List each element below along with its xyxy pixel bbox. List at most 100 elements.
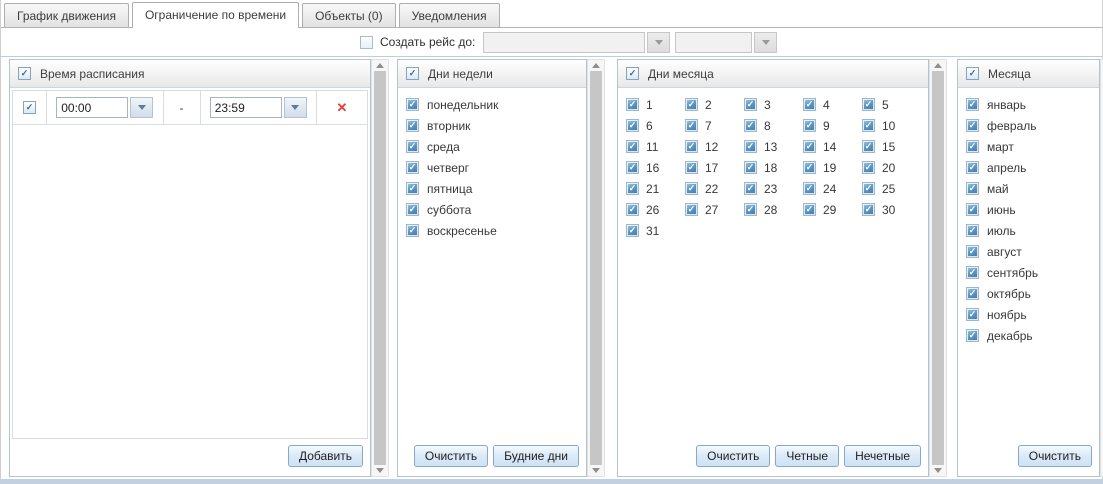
monthdays-checkbox[interactable]: ✓ bbox=[626, 67, 639, 80]
list-item[interactable]: ✓ 26 bbox=[626, 199, 685, 220]
end-time-value[interactable]: 23:59 bbox=[209, 97, 282, 118]
checkbox-checked-icon[interactable]: ✓ bbox=[966, 224, 979, 237]
checkbox-checked-icon[interactable]: ✓ bbox=[966, 98, 979, 111]
checkbox-checked-icon[interactable]: ✓ bbox=[406, 140, 419, 153]
list-item[interactable]: ✓ 27 bbox=[685, 199, 744, 220]
scrollbar-thumb[interactable] bbox=[590, 71, 602, 465]
scroll-down-icon[interactable] bbox=[376, 468, 384, 473]
add-button[interactable]: Добавить bbox=[287, 445, 363, 467]
list-item[interactable]: ✓ 1 bbox=[626, 94, 685, 115]
list-item[interactable]: ✓ среда bbox=[406, 136, 586, 157]
list-item[interactable]: ✓ 13 bbox=[744, 136, 803, 157]
weekdays-checkbox[interactable]: ✓ bbox=[406, 67, 419, 80]
checkbox-checked-icon[interactable]: ✓ bbox=[685, 203, 698, 216]
clear-button[interactable]: Очистить bbox=[696, 445, 771, 467]
list-item[interactable]: ✓ 14 bbox=[803, 136, 862, 157]
checkbox-checked-icon[interactable]: ✓ bbox=[406, 98, 419, 111]
list-item[interactable]: ✓ 23 bbox=[744, 178, 803, 199]
checkbox-checked-icon[interactable]: ✓ bbox=[862, 119, 875, 132]
checkbox-checked-icon[interactable]: ✓ bbox=[862, 98, 875, 111]
list-item[interactable]: ✓ март bbox=[966, 136, 1099, 157]
list-item[interactable]: ✓ 5 bbox=[862, 94, 921, 115]
list-item[interactable]: ✓ суббота bbox=[406, 199, 586, 220]
even-button[interactable]: Четные bbox=[775, 445, 840, 467]
checkbox-checked-icon[interactable]: ✓ bbox=[744, 140, 757, 153]
schedule-scrollbar[interactable] bbox=[371, 59, 389, 477]
checkbox-checked-icon[interactable]: ✓ bbox=[626, 203, 639, 216]
list-item[interactable]: ✓ 6 bbox=[626, 115, 685, 136]
list-item[interactable]: ✓ июнь bbox=[966, 199, 1099, 220]
list-item[interactable]: ✓ июль bbox=[966, 220, 1099, 241]
list-item[interactable]: ✓ воскресенье bbox=[406, 220, 586, 241]
checkbox-checked-icon[interactable]: ✓ bbox=[406, 182, 419, 195]
checkbox-checked-icon[interactable]: ✓ bbox=[966, 266, 979, 279]
clear-button[interactable]: Очистить bbox=[1017, 445, 1092, 467]
checkbox-checked-icon[interactable]: ✓ bbox=[685, 119, 698, 132]
list-item[interactable]: ✓ четверг bbox=[406, 157, 586, 178]
scroll-down-icon[interactable] bbox=[592, 468, 600, 473]
checkbox-checked-icon[interactable]: ✓ bbox=[862, 140, 875, 153]
list-item[interactable]: ✓ 16 bbox=[626, 157, 685, 178]
list-item[interactable]: ✓ октябрь bbox=[966, 283, 1099, 304]
list-item[interactable]: ✓ декабрь bbox=[966, 325, 1099, 346]
schedule-row-checkbox[interactable]: ✓ bbox=[23, 101, 36, 114]
checkbox-checked-icon[interactable]: ✓ bbox=[862, 182, 875, 195]
odd-button[interactable]: Нечетные bbox=[844, 445, 921, 467]
create-trip-checkbox[interactable] bbox=[360, 35, 373, 49]
scroll-up-icon[interactable] bbox=[592, 63, 600, 68]
checkbox-checked-icon[interactable]: ✓ bbox=[803, 98, 816, 111]
checkbox-checked-icon[interactable]: ✓ bbox=[862, 161, 875, 174]
checkbox-checked-icon[interactable]: ✓ bbox=[406, 224, 419, 237]
list-item[interactable]: ✓ 24 bbox=[803, 178, 862, 199]
checkbox-checked-icon[interactable]: ✓ bbox=[626, 224, 639, 237]
list-item[interactable]: ✓ 17 bbox=[685, 157, 744, 178]
list-item[interactable]: ✓ 10 bbox=[862, 115, 921, 136]
list-item[interactable]: ✓ 25 bbox=[862, 178, 921, 199]
list-item[interactable]: ✓ 15 bbox=[862, 136, 921, 157]
list-item[interactable]: ✓ 22 bbox=[685, 178, 744, 199]
checkbox-checked-icon[interactable]: ✓ bbox=[966, 245, 979, 258]
list-item[interactable]: ✓ 18 bbox=[744, 157, 803, 178]
months-checkbox[interactable]: ✓ bbox=[966, 67, 979, 80]
list-item[interactable]: ✓ 12 bbox=[685, 136, 744, 157]
list-item[interactable]: ✓ вторник bbox=[406, 115, 586, 136]
checkbox-checked-icon[interactable]: ✓ bbox=[626, 140, 639, 153]
list-item[interactable]: ✓ май bbox=[966, 178, 1099, 199]
scrollbar-thumb[interactable] bbox=[932, 71, 944, 465]
checkbox-checked-icon[interactable]: ✓ bbox=[744, 203, 757, 216]
checkbox-checked-icon[interactable]: ✓ bbox=[744, 119, 757, 132]
schedule-time-checkbox[interactable]: ✓ bbox=[18, 67, 31, 80]
checkbox-checked-icon[interactable]: ✓ bbox=[744, 182, 757, 195]
list-item[interactable]: ✓ 30 bbox=[862, 199, 921, 220]
checkbox-checked-icon[interactable]: ✓ bbox=[685, 161, 698, 174]
list-item[interactable]: ✓ пятница bbox=[406, 178, 586, 199]
checkbox-checked-icon[interactable]: ✓ bbox=[966, 329, 979, 342]
workdays-button[interactable]: Будние дни bbox=[493, 445, 579, 467]
start-time-dropdown-button[interactable] bbox=[130, 97, 154, 118]
checkbox-checked-icon[interactable]: ✓ bbox=[406, 161, 419, 174]
clear-button[interactable]: Очистить bbox=[413, 445, 489, 467]
checkbox-checked-icon[interactable]: ✓ bbox=[803, 182, 816, 195]
checkbox-checked-icon[interactable]: ✓ bbox=[626, 119, 639, 132]
list-item[interactable]: ✓ 7 bbox=[685, 115, 744, 136]
list-item[interactable]: ✓ 20 bbox=[862, 157, 921, 178]
end-time-combo[interactable]: 23:59 bbox=[209, 97, 307, 118]
checkbox-checked-icon[interactable]: ✓ bbox=[966, 119, 979, 132]
list-item[interactable]: ✓ 3 bbox=[744, 94, 803, 115]
list-item[interactable]: ✓ август bbox=[966, 241, 1099, 262]
checkbox-checked-icon[interactable]: ✓ bbox=[406, 119, 419, 132]
checkbox-checked-icon[interactable]: ✓ bbox=[406, 203, 419, 216]
checkbox-checked-icon[interactable]: ✓ bbox=[966, 161, 979, 174]
list-item[interactable]: ✓ 11 bbox=[626, 136, 685, 157]
checkbox-checked-icon[interactable]: ✓ bbox=[803, 203, 816, 216]
checkbox-checked-icon[interactable]: ✓ bbox=[966, 308, 979, 321]
start-time-value[interactable]: 00:00 bbox=[56, 97, 129, 118]
checkbox-checked-icon[interactable]: ✓ bbox=[626, 98, 639, 111]
list-item[interactable]: ✓ апрель bbox=[966, 157, 1099, 178]
checkbox-checked-icon[interactable]: ✓ bbox=[626, 161, 639, 174]
start-time-combo[interactable]: 00:00 bbox=[56, 97, 154, 118]
list-item[interactable]: ✓ 28 bbox=[744, 199, 803, 220]
list-item[interactable]: ✓ 21 bbox=[626, 178, 685, 199]
tab-notifications[interactable]: Уведомления bbox=[398, 3, 500, 27]
scroll-up-icon[interactable] bbox=[934, 63, 942, 68]
